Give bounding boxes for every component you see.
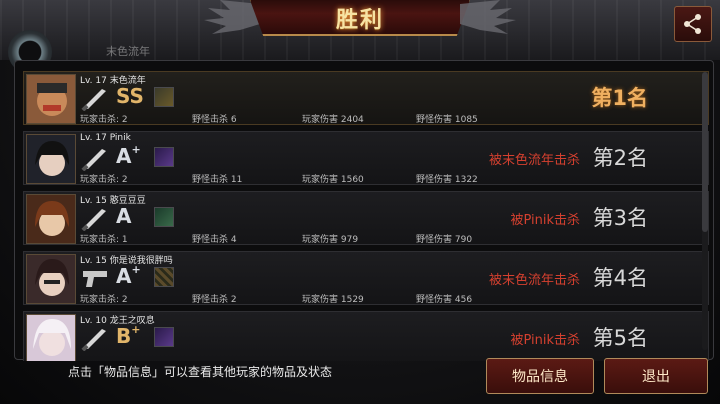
item-slot[interactable] bbox=[154, 147, 174, 167]
monster-damage: 野怪伤害 790 bbox=[416, 235, 473, 245]
player-row[interactable]: Lv. 15 憨豆豆豆 A 玩家击杀: 1 野怪击杀 4 玩家伤害 979 野怪… bbox=[23, 191, 709, 245]
player-kills: 玩家击杀: 1 bbox=[80, 235, 128, 245]
rank-label: 第2名 bbox=[592, 146, 648, 170]
player-damage: 玩家伤害 1560 bbox=[302, 175, 364, 185]
item-info-button[interactable]: 物品信息 bbox=[486, 358, 594, 394]
monster-kills: 野怪击杀 6 bbox=[192, 115, 237, 125]
monster-kills: 野怪击杀 4 bbox=[192, 235, 237, 245]
grade-badge: A+ bbox=[116, 263, 141, 288]
player-kills: 玩家击杀: 2 bbox=[80, 115, 128, 125]
page-title: 胜利 bbox=[335, 8, 384, 33]
scroll-thumb[interactable] bbox=[702, 72, 708, 232]
result-screen: 末色流年 胜利 Lv. 17 末色流年 SS 玩家击杀: 2 野怪击杀 6 玩家… bbox=[0, 0, 720, 404]
pistol-icon bbox=[83, 271, 107, 287]
player-avatar bbox=[26, 74, 76, 124]
knife-icon bbox=[81, 89, 106, 111]
monster-damage: 野怪伤害 1322 bbox=[416, 175, 478, 185]
killed-by: 被Pinik击杀 bbox=[510, 213, 580, 228]
player-avatar bbox=[26, 134, 76, 184]
rank-label: 第1名 bbox=[591, 86, 648, 110]
player-damage: 玩家伤害 1529 bbox=[302, 295, 364, 305]
player-row[interactable]: Lv. 15 你是说我很胖吗 A+ 玩家击杀: 2 野怪击杀 2 玩家伤害 15… bbox=[23, 251, 709, 305]
killed-by: 被末色流年击杀 bbox=[488, 273, 580, 288]
grade-badge: B+ bbox=[116, 323, 141, 348]
monster-damage: 野怪伤害 456 bbox=[416, 295, 473, 305]
knife-icon bbox=[81, 149, 106, 171]
right-wing-ornament bbox=[460, 0, 516, 34]
player-level-name: Lv. 17 Pinik bbox=[80, 133, 131, 143]
share-button[interactable] bbox=[674, 6, 712, 42]
killed-by: 被Pinik击杀 bbox=[510, 333, 580, 348]
exit-button[interactable]: 退出 bbox=[604, 358, 708, 394]
grade-badge: A bbox=[116, 204, 132, 228]
player-kills: 玩家击杀: 2 bbox=[80, 175, 128, 185]
background-player-name: 末色流年 bbox=[106, 45, 150, 58]
results-panel: Lv. 17 末色流年 SS 玩家击杀: 2 野怪击杀 6 玩家伤害 2404 … bbox=[14, 60, 714, 361]
share-icon bbox=[684, 14, 701, 34]
hint-text: 点击「物品信息」可以查看其他玩家的物品及状态 bbox=[68, 365, 333, 379]
knife-icon bbox=[81, 209, 106, 231]
player-damage: 玩家伤害 979 bbox=[302, 235, 359, 245]
player-row[interactable]: Lv. 10 龙王之叹息 B+ 被Pinik击杀 第5名 bbox=[23, 311, 709, 361]
item-slot[interactable] bbox=[154, 207, 174, 227]
player-avatar bbox=[26, 194, 76, 244]
monster-damage: 野怪伤害 1085 bbox=[416, 115, 478, 125]
knife-icon bbox=[81, 329, 106, 351]
rank-label: 第5名 bbox=[592, 326, 648, 350]
grade-badge: A+ bbox=[116, 143, 141, 168]
item-slot[interactable] bbox=[154, 327, 174, 347]
results-list[interactable]: Lv. 17 末色流年 SS 玩家击杀: 2 野怪击杀 6 玩家伤害 2404 … bbox=[23, 71, 709, 361]
killed-by: 被末色流年击杀 bbox=[488, 153, 580, 168]
player-row[interactable]: Lv. 17 Pinik A+ 玩家击杀: 2 野怪击杀 11 玩家伤害 156… bbox=[23, 131, 709, 185]
player-damage: 玩家伤害 2404 bbox=[302, 115, 364, 125]
rank-label: 第4名 bbox=[592, 266, 648, 290]
title-banner: 胜利 bbox=[204, 0, 516, 36]
player-row[interactable]: Lv. 17 末色流年 SS 玩家击杀: 2 野怪击杀 6 玩家伤害 2404 … bbox=[23, 71, 709, 125]
item-slot[interactable] bbox=[154, 267, 174, 287]
player-kills: 玩家击杀: 2 bbox=[80, 295, 128, 305]
item-slot[interactable] bbox=[154, 87, 174, 107]
rank-label: 第3名 bbox=[592, 206, 648, 230]
results-scrollbar[interactable] bbox=[702, 72, 708, 350]
player-avatar bbox=[26, 314, 76, 361]
grade-badge: SS bbox=[116, 84, 144, 108]
monster-kills: 野怪击杀 11 bbox=[192, 175, 243, 185]
player-avatar bbox=[26, 254, 76, 304]
monster-kills: 野怪击杀 2 bbox=[192, 295, 237, 305]
